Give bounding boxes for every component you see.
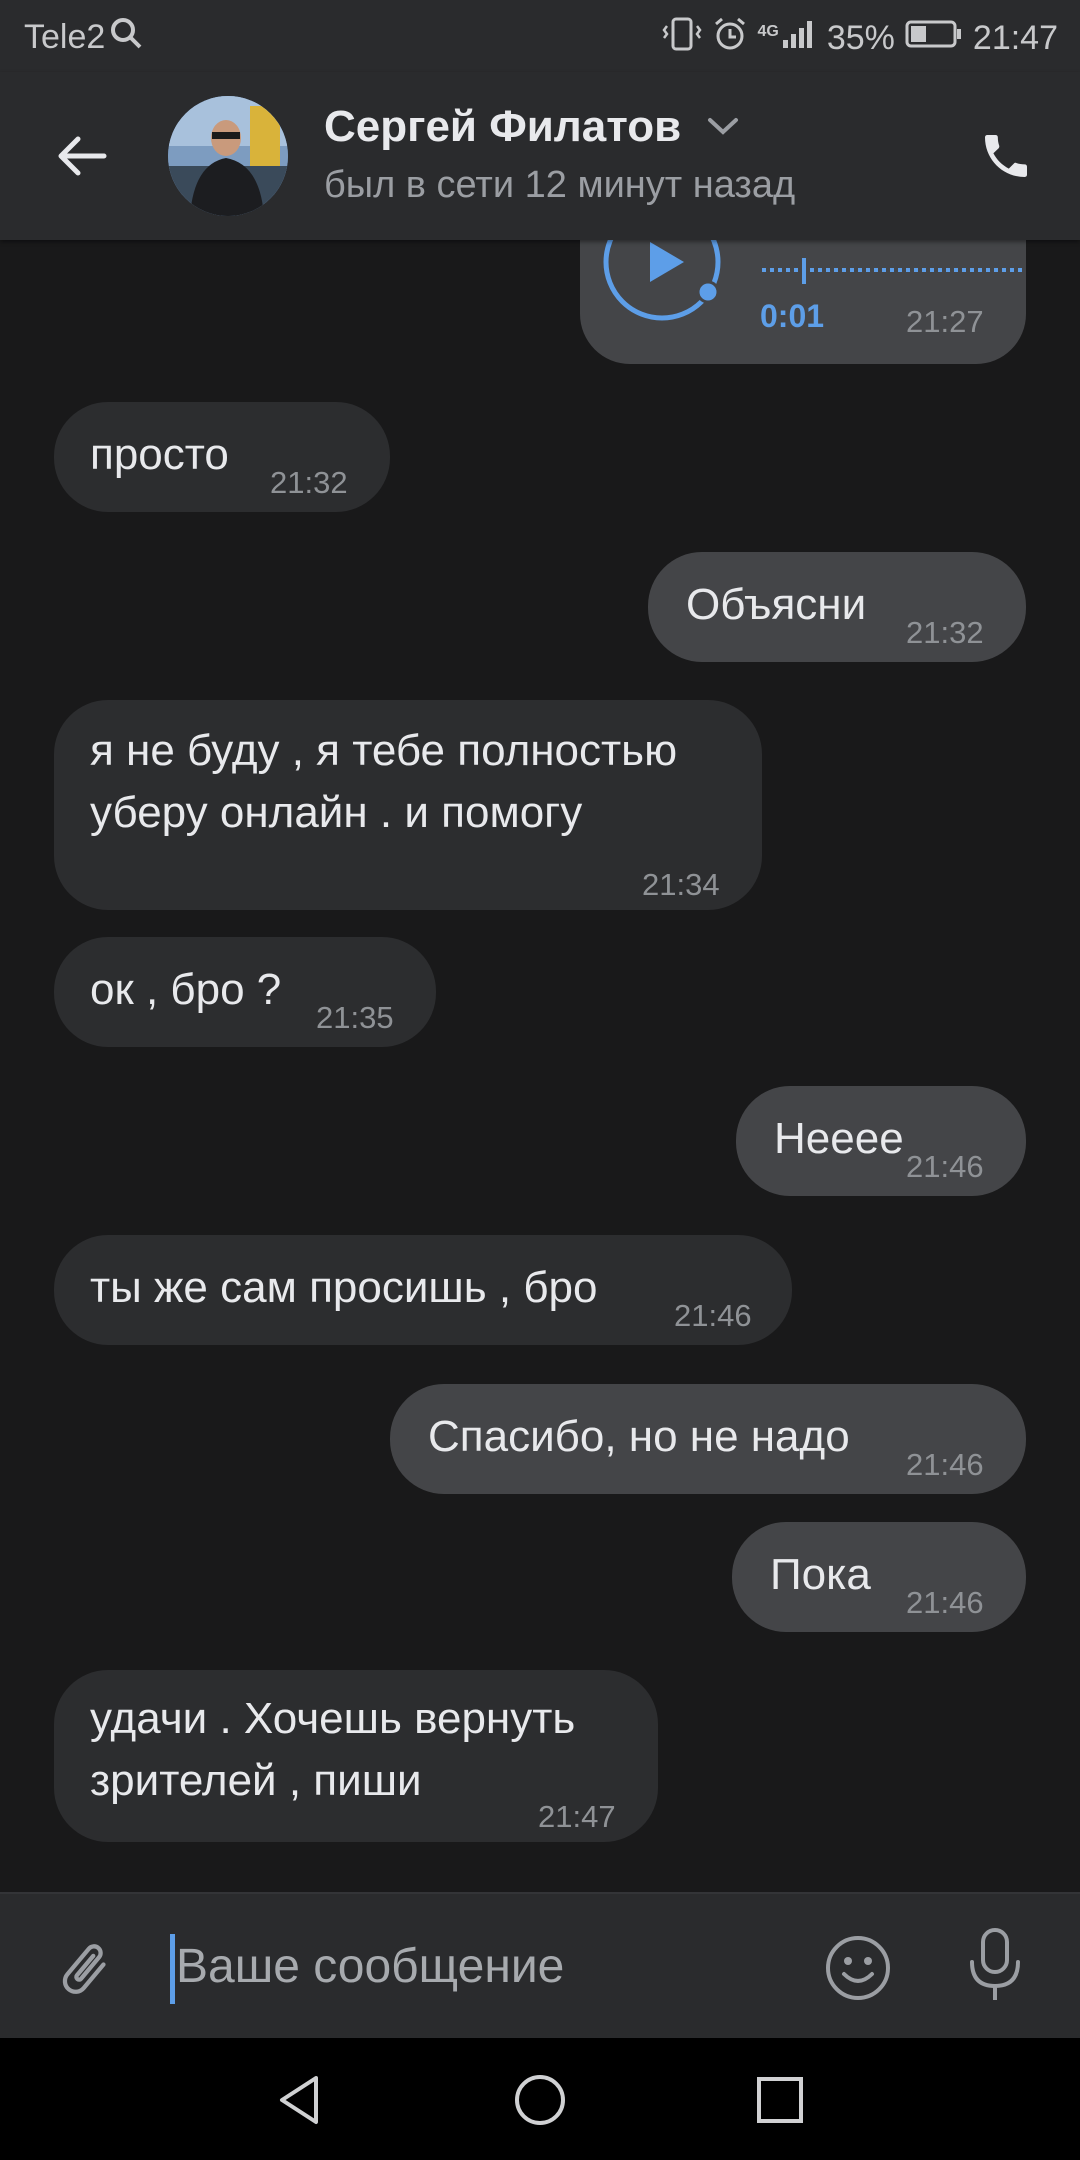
message-time: 21:35	[316, 1000, 394, 1035]
contact-name[interactable]: Сергей Филатов	[324, 102, 681, 152]
nav-home-icon[interactable]	[512, 2072, 568, 2133]
text-cursor	[170, 1934, 175, 2004]
clock: 21:47	[972, 19, 1058, 57]
network-type-label: 4G	[757, 22, 779, 40]
back-arrow-icon[interactable]	[52, 126, 122, 186]
outgoing-message[interactable]: Пока 21:46	[732, 1522, 1026, 1632]
voice-duration: 0:01	[760, 298, 825, 334]
incoming-message[interactable]: просто 21:32	[54, 402, 390, 512]
message-list[interactable]: 0:01 21:27 просто 21:32 Объясни 21:32 я …	[0, 240, 1080, 1890]
outgoing-message[interactable]: Спасибо, но не надо 21:46	[390, 1384, 1026, 1494]
message-time: 21:46	[906, 1447, 984, 1482]
message-time: 21:32	[906, 615, 984, 650]
message-time: 21:46	[674, 1298, 752, 1333]
incoming-message[interactable]: я не буду , я тебе полностью уберу онлай…	[54, 700, 762, 910]
chat-header: Сергей Филатов был в сети 12 минут назад	[0, 72, 1080, 240]
voice-message[interactable]: 0:01 21:27	[580, 240, 1026, 364]
message-time: 21:46	[906, 1585, 984, 1620]
signal-icon	[781, 18, 817, 59]
outgoing-message[interactable]: Объясни 21:32	[648, 552, 1026, 662]
message-text: просто	[90, 430, 229, 479]
message-time: 21:32	[270, 465, 348, 500]
nav-back-icon[interactable]	[272, 2072, 328, 2133]
message-text: Пока	[770, 1550, 871, 1599]
carrier-label: Tele2	[24, 18, 106, 56]
system-nav-bar	[0, 2038, 1080, 2160]
message-input[interactable]	[176, 1930, 776, 2002]
message-time: 21:47	[538, 1799, 616, 1834]
incoming-message[interactable]: ок , бро ? 21:35	[54, 937, 436, 1047]
message-text: ок , бро ?	[90, 965, 282, 1014]
nav-recents-icon[interactable]	[752, 2072, 808, 2133]
battery-icon	[905, 19, 963, 58]
message-time: 21:27	[906, 304, 984, 339]
message-composer	[0, 1892, 1080, 2040]
message-text: Спасибо, но не надо	[428, 1412, 850, 1461]
message-time: 21:46	[906, 1149, 984, 1184]
search-icon	[109, 16, 143, 59]
status-bar: Tele2 4G 35% 21:47	[0, 0, 1080, 72]
outgoing-message[interactable]: Нееее 21:46	[736, 1086, 1026, 1196]
chevron-down-icon[interactable]	[706, 114, 740, 143]
battery-percent: 35%	[826, 19, 895, 57]
message-time: 21:34	[642, 867, 720, 902]
message-text: Объясни	[686, 580, 867, 629]
attach-icon[interactable]	[52, 1934, 116, 2009]
play-icon[interactable]	[602, 240, 722, 322]
incoming-message[interactable]: удачи . Хочешь вернуть зрителей , пиши 2…	[54, 1670, 658, 1842]
alarm-icon	[712, 16, 748, 61]
emoji-icon[interactable]	[824, 1934, 892, 2007]
incoming-message[interactable]: ты же сам просишь , бро 21:46	[54, 1235, 792, 1345]
message-text: Нееее	[774, 1114, 904, 1163]
avatar[interactable]	[168, 96, 288, 216]
message-text: удачи . Хочешь вернуть зрителей , пиши	[90, 1694, 576, 1805]
message-text: ты же сам просишь , бро	[90, 1263, 598, 1312]
message-text: я не буду , я тебе полностью уберу онлай…	[90, 726, 678, 837]
microphone-icon[interactable]	[964, 1926, 1026, 2011]
vibrate-icon	[661, 16, 702, 61]
contact-status: был в сети 12 минут назад	[324, 164, 796, 206]
phone-icon[interactable]	[978, 128, 1038, 188]
voice-waveform[interactable]	[762, 250, 1028, 290]
